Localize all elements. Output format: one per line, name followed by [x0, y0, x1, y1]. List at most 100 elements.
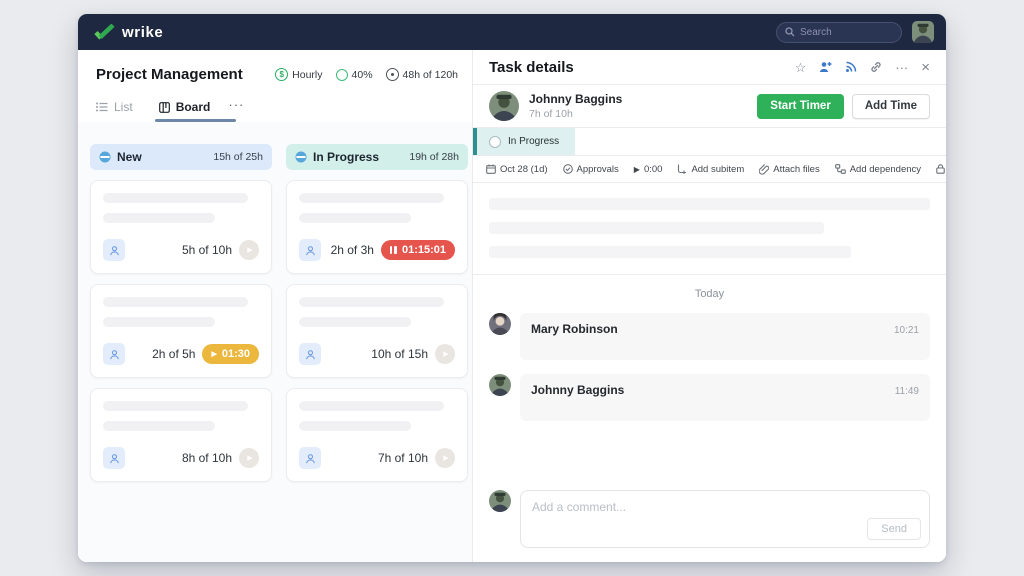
title-skeleton	[103, 297, 248, 307]
status-selector[interactable]: In Progress	[477, 128, 575, 155]
comment-item: Johnny Baggins 11:49	[473, 370, 946, 431]
play-icon: ▶	[211, 350, 216, 358]
due-date-button[interactable]: Oct 28 (1d)	[486, 164, 548, 175]
task-description[interactable]	[473, 183, 946, 275]
assignee-placeholder-icon[interactable]	[103, 343, 125, 365]
time-tracked-label: 48h of 120h	[403, 69, 458, 81]
play-glyph: ▶	[443, 350, 448, 358]
task-card[interactable]: 10h of 15h ▶	[286, 284, 468, 378]
approvals-label: Approvals	[577, 164, 619, 175]
title-skeleton	[299, 297, 444, 307]
card-time-label: 5h of 10h	[182, 243, 232, 257]
view-tabs: List Board ···	[78, 97, 472, 122]
close-icon[interactable]: ×	[921, 60, 930, 75]
add-subitem-label: Add subitem	[691, 164, 744, 175]
comment-author-avatar[interactable]	[489, 374, 511, 396]
time-tracker-button[interactable]: ▶ 0:00	[634, 164, 663, 175]
status-label: In Progress	[508, 136, 559, 147]
tab-list[interactable]: List	[96, 100, 133, 122]
progress-label: 40%	[352, 69, 373, 81]
follow-updates-icon[interactable]	[845, 61, 857, 73]
progress-indicator[interactable]: 40%	[336, 69, 373, 81]
attach-files-button[interactable]: Attach files	[759, 164, 819, 175]
task-card[interactable]: 8h of 10h ▶	[90, 388, 272, 482]
more-options-icon[interactable]: ···	[895, 61, 908, 74]
assignee-placeholder-icon[interactable]	[299, 343, 321, 365]
assignee-placeholder-icon[interactable]	[299, 447, 321, 469]
assignee-placeholder-icon[interactable]	[103, 447, 125, 469]
subitem-icon	[677, 164, 687, 174]
assignee-name[interactable]: Johnny Baggins	[529, 92, 622, 106]
task-card[interactable]: 2h of 3h 01:15:01	[286, 180, 468, 274]
start-timer-icon[interactable]: ▶	[239, 448, 259, 468]
comment-bubble[interactable]: Johnny Baggins 11:49	[520, 374, 930, 421]
billing-indicator[interactable]: $ Hourly	[275, 68, 322, 81]
send-button[interactable]: Send	[867, 518, 921, 540]
timer-value: 01:15:01	[402, 244, 446, 256]
approvals-icon	[563, 164, 573, 174]
assignee-avatar[interactable]	[489, 91, 519, 121]
search-icon	[785, 27, 795, 37]
column-hours: 19h of 28h	[409, 151, 459, 163]
comment-author-name[interactable]: Mary Robinson	[531, 322, 618, 336]
add-time-button[interactable]: Add Time	[852, 94, 930, 119]
progress-ring-icon	[336, 69, 348, 81]
wrike-logo-icon	[94, 24, 115, 40]
share-button[interactable]: Share	[936, 164, 946, 175]
add-subitem-button[interactable]: Add subitem	[677, 164, 744, 175]
title-skeleton	[103, 193, 248, 203]
task-card[interactable]: 5h of 10h ▶	[90, 180, 272, 274]
wrike-logo[interactable]: wrike	[94, 24, 163, 41]
start-timer-button[interactable]: Start Timer	[757, 94, 844, 119]
board-icon	[159, 102, 170, 113]
add-dependency-label: Add dependency	[850, 164, 921, 175]
start-timer-icon[interactable]: ▶	[435, 448, 455, 468]
current-user-avatar	[489, 490, 511, 512]
add-dependency-button[interactable]: Add dependency	[835, 164, 921, 175]
search-box[interactable]	[776, 22, 902, 43]
timer-icon	[386, 68, 399, 81]
assignee-placeholder-icon[interactable]	[299, 239, 321, 261]
column-name: New	[117, 150, 142, 164]
comment-input-box[interactable]: Send	[520, 490, 930, 548]
permalink-icon[interactable]	[870, 61, 882, 73]
comment-author-name[interactable]: Johnny Baggins	[531, 383, 624, 397]
kanban-board: New 15h of 25h 5h of	[78, 122, 472, 562]
tab-board[interactable]: Board	[159, 100, 211, 122]
add-assignee-icon[interactable]	[819, 61, 832, 73]
column-new: New 15h of 25h 5h of	[90, 144, 272, 562]
comment-author-avatar[interactable]	[489, 313, 511, 335]
task-card[interactable]: 7h of 10h ▶	[286, 388, 468, 482]
comment-bubble[interactable]: Mary Robinson 10:21	[520, 313, 930, 360]
column-hours: 15h of 25h	[213, 151, 263, 163]
assignee-logged-time: 7h of 10h	[529, 108, 622, 120]
task-card[interactable]: 2h of 5h ▶ 01:30	[90, 284, 272, 378]
start-timer-icon[interactable]: ▶	[239, 240, 259, 260]
comment-item: Mary Robinson 10:21	[473, 309, 946, 370]
project-title: Project Management	[96, 66, 243, 83]
status-in-progress-icon	[295, 151, 307, 163]
column-in-progress-header[interactable]: In Progress 19h of 28h	[286, 144, 468, 170]
timer-running-badge[interactable]: ▶ 01:30	[202, 344, 259, 364]
assignee-placeholder-icon[interactable]	[103, 239, 125, 261]
approvals-button[interactable]: Approvals	[563, 164, 619, 175]
calendar-icon	[486, 164, 496, 174]
user-avatar[interactable]	[912, 21, 934, 43]
time-tracked-indicator[interactable]: 48h of 120h	[386, 68, 458, 81]
tab-board-label: Board	[176, 100, 211, 114]
star-icon[interactable]: ☆	[795, 61, 807, 74]
task-details-panel: Task details ☆ ··· ×	[472, 50, 946, 562]
description-skeleton	[489, 222, 824, 234]
due-date-label: Oct 28 (1d)	[500, 164, 548, 175]
description-skeleton	[489, 198, 930, 210]
card-time-label: 7h of 10h	[378, 451, 428, 465]
search-input[interactable]	[800, 27, 880, 38]
comment-timestamp: 11:49	[895, 386, 919, 397]
task-toolbar: Oct 28 (1d) Approvals ▶ 0:00 Add subitem…	[473, 156, 946, 183]
column-new-header[interactable]: New 15h of 25h	[90, 144, 272, 170]
dollar-icon: $	[275, 68, 288, 81]
timer-paused-badge[interactable]: 01:15:01	[381, 240, 455, 260]
pause-icon	[390, 246, 397, 254]
comment-timestamp: 10:21	[894, 325, 919, 336]
start-timer-icon[interactable]: ▶	[435, 344, 455, 364]
